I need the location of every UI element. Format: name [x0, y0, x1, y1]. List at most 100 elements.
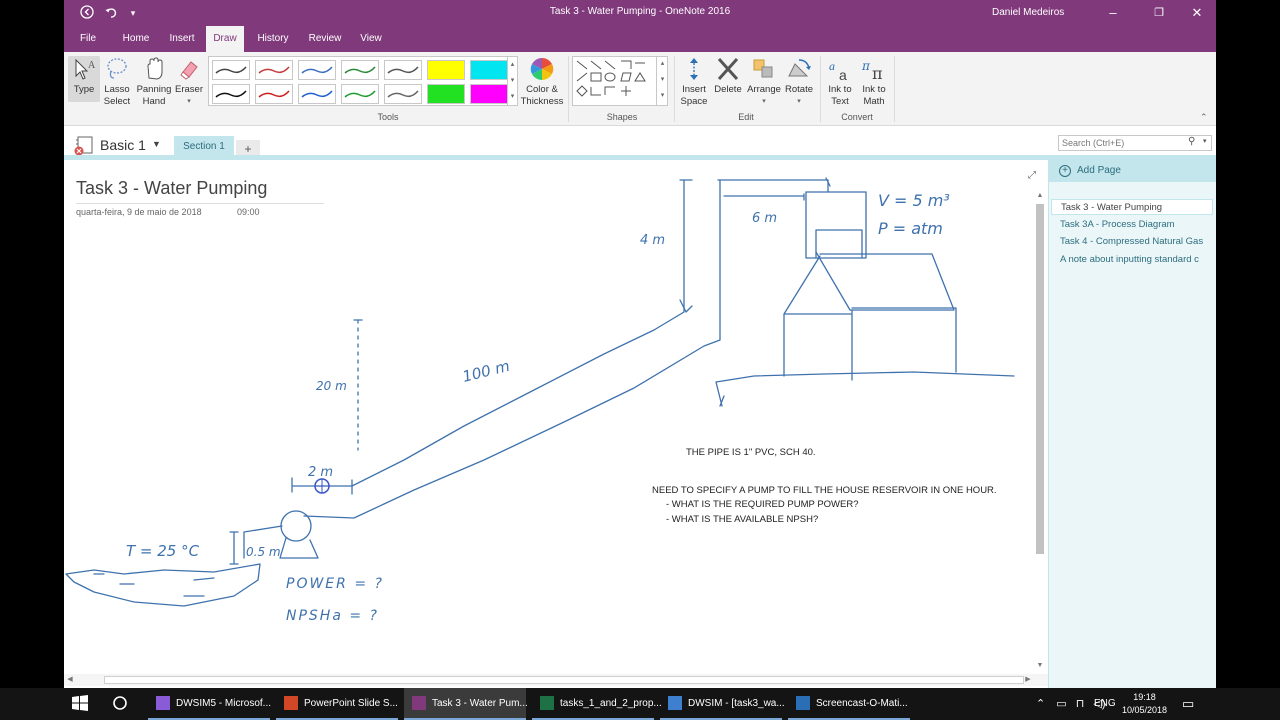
pen-swatch[interactable] — [427, 84, 465, 104]
language-indicator[interactable]: ENG — [1094, 688, 1116, 720]
add-page-button[interactable]: + Add Page — [1049, 160, 1216, 182]
pen-swatch[interactable] — [384, 60, 422, 80]
top-pipe — [717, 177, 831, 193]
label-p: P = atm — [878, 219, 943, 238]
note-pipe[interactable]: THE PIPE IS 1" PVC, SCH 40. — [686, 447, 816, 458]
taskbar-item-label: DWSIM5 - Microsof... — [176, 698, 272, 709]
tab-review[interactable]: Review — [306, 26, 344, 52]
rotate-button[interactable]: Rotate ▾ — [784, 56, 814, 108]
scroll-right-icon[interactable]: ▶ — [1022, 674, 1034, 686]
color-thickness-button[interactable]: Color & Thickness — [520, 56, 564, 108]
notebook-dropdown-icon[interactable]: ▼ — [152, 139, 161, 149]
pen-swatch[interactable] — [427, 60, 465, 80]
network-icon[interactable]: ⊓ — [1076, 698, 1085, 710]
svg-text:a: a — [839, 67, 847, 82]
scroll-left-icon[interactable]: ◀ — [64, 674, 76, 686]
rotate-icon — [788, 59, 811, 77]
rotate-dropdown-icon[interactable]: ▾ — [784, 96, 814, 108]
taskbar-item-label: Task 3 - Water Pum... — [432, 698, 528, 709]
horizontal-scrollbar[interactable]: ◀ ▶ — [64, 674, 1048, 686]
taskbar-item-label: DWSIM - [task3_wa... — [688, 698, 785, 709]
pen-swatch[interactable] — [384, 84, 422, 104]
search-scope-dropdown-icon[interactable]: ▾ — [1203, 137, 1207, 145]
ink-drawing[interactable]: V = 5 m³ P = atm 4 m 6 m 100 m 20 m 2 m … — [64, 160, 1048, 674]
pen-swatch[interactable] — [470, 60, 508, 80]
taskbar-item[interactable]: DWSIM - [task3_wa... — [660, 688, 785, 720]
label-v: V = 5 m³ — [878, 191, 950, 210]
pen-gallery-scroll-icon[interactable]: ▴ ▾ ▾ — [507, 57, 517, 105]
tab-home[interactable]: Home — [116, 26, 156, 52]
tab-insert[interactable]: Insert — [164, 26, 200, 52]
add-page-icon: + — [1059, 165, 1071, 177]
panning-hand-button[interactable]: Panning Hand — [136, 56, 172, 108]
taskbar-item[interactable]: tasks_1_and_2_prop... — [532, 688, 662, 720]
pen-swatch[interactable] — [298, 84, 336, 104]
battery-icon[interactable]: ▭ — [1056, 698, 1066, 710]
clock-time: 19:18 — [1133, 692, 1156, 702]
notifications-icon[interactable]: ▭ — [1182, 688, 1194, 720]
ink-to-text-button[interactable]: aa Ink to Text — [824, 56, 856, 108]
pen-swatch[interactable] — [341, 84, 379, 104]
tab-file[interactable]: File — [74, 26, 102, 52]
pen-swatch[interactable] — [212, 84, 250, 104]
pen-swatch[interactable] — [470, 84, 508, 104]
note-question-power[interactable]: - WHAT IS THE REQUIRED PUMP POWER? — [666, 499, 859, 510]
collapse-ribbon-icon[interactable]: ⌃ — [1200, 112, 1208, 123]
dimension-6m — [723, 193, 805, 201]
vertical-scroll-thumb[interactable] — [1036, 204, 1044, 554]
page-canvas[interactable]: Task 3 - Water Pumping quarta-feira, 9 d… — [64, 160, 1048, 688]
scroll-up-icon[interactable]: ▲ — [1034, 190, 1046, 202]
type-button[interactable]: A Type — [68, 56, 100, 102]
taskbar-item[interactable]: DWSIM5 - Microsof... — [148, 688, 272, 720]
rotate-label: Rotate — [785, 84, 813, 95]
note-question-npsh[interactable]: - WHAT IS THE AVAILABLE NPSH? — [666, 514, 818, 525]
insert-space-button[interactable]: Insert Space — [678, 56, 710, 108]
page-item-note[interactable]: A note about inputting standard c — [1051, 252, 1213, 268]
shapes-gallery[interactable] — [572, 56, 668, 106]
shapes-scroll-icon[interactable]: ▴ ▾ ▾ — [656, 56, 668, 106]
restore-button[interactable]: ❐ — [1144, 4, 1174, 22]
start-button[interactable] — [72, 688, 96, 720]
taskbar-item[interactable]: Task 3 - Water Pum... — [404, 688, 528, 720]
tab-draw[interactable]: Draw — [206, 26, 244, 52]
minimize-button[interactable]: – — [1098, 4, 1128, 22]
search-icon[interactable]: ⚲ — [1188, 136, 1195, 147]
vertical-scrollbar[interactable]: ▲ ▼ — [1034, 190, 1046, 674]
arrange-button[interactable]: Arrange ▾ — [746, 56, 782, 108]
taskbar-item[interactable]: Screencast-O-Mati... — [788, 688, 910, 720]
taskbar-item[interactable]: PowerPoint Slide S... — [276, 688, 398, 720]
lasso-select-button[interactable]: Lasso Select — [102, 56, 132, 108]
tab-history[interactable]: History — [254, 26, 292, 52]
page-item-task3a[interactable]: Task 3A - Process Diagram — [1051, 217, 1213, 233]
cortana-circle-icon — [113, 696, 127, 711]
arrange-dropdown-icon[interactable]: ▾ — [746, 96, 782, 108]
note-requirement[interactable]: NEED TO SPECIFY A PUMP TO FILL THE HOUSE… — [652, 485, 997, 496]
delete-button[interactable]: Delete — [712, 56, 744, 96]
pen-swatch[interactable] — [341, 60, 379, 80]
close-button[interactable]: ✕ — [1182, 4, 1212, 22]
pen-swatch[interactable] — [298, 60, 336, 80]
page-item-task4[interactable]: Task 4 - Compressed Natural Gas — [1051, 234, 1213, 250]
pen-swatch[interactable] — [255, 84, 293, 104]
user-name[interactable]: Daniel Medeiros — [992, 7, 1064, 18]
svg-text:π: π — [872, 64, 883, 82]
onenote-window: ▾ Task 3 - Water Pumping - OneNote 2016 … — [64, 0, 1216, 688]
scroll-down-icon[interactable]: ▼ — [1034, 660, 1046, 672]
notebook-icon[interactable] — [74, 136, 96, 156]
label-6m: 6 m — [752, 211, 777, 226]
system-clock[interactable]: 19:18 10/05/2018 — [1122, 691, 1167, 717]
page-item-task3[interactable]: Task 3 - Water Pumping — [1051, 199, 1213, 215]
pen-swatch[interactable] — [212, 60, 250, 80]
horizontal-scroll-thumb[interactable] — [104, 676, 1024, 684]
label-2m: 2 m — [308, 465, 333, 480]
ink-to-math-button[interactable]: ππ Ink to Math — [858, 56, 890, 108]
pen-swatch[interactable] — [255, 60, 293, 80]
cortana-button[interactable] — [112, 688, 132, 720]
show-hidden-icons-icon[interactable]: ⌃ — [1036, 698, 1045, 710]
tab-view[interactable]: View — [356, 26, 386, 52]
eraser-dropdown-icon[interactable]: ▾ — [174, 96, 204, 108]
notebook-name[interactable]: Basic 1 — [100, 137, 146, 153]
windows-logo-icon — [72, 695, 88, 712]
eraser-button[interactable]: Eraser ▾ — [174, 56, 204, 108]
ribbon-tabs: File Home Insert Draw History Review Vie… — [64, 26, 1216, 52]
